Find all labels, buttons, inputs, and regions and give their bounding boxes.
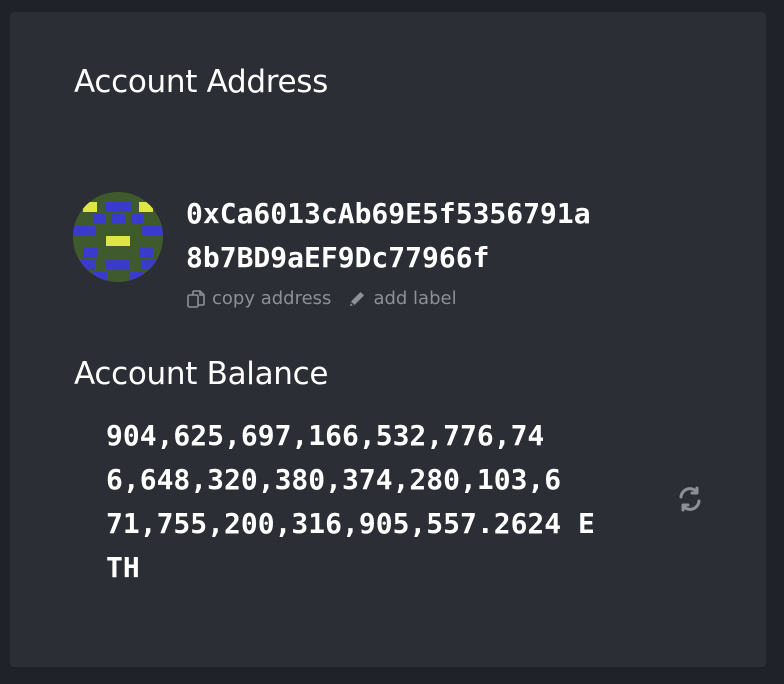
account-balance-line-2: 6,648,320,380,374,280,103,6 [106, 463, 562, 496]
copy-icon [187, 289, 205, 308]
copy-address-label: copy address [212, 288, 332, 309]
refresh-balance-button[interactable] [676, 485, 704, 513]
account-balance-title: Account Balance [74, 356, 329, 392]
account-address-line-2: 8b7BD9aEF9Dc77966f [186, 241, 490, 274]
address-actions: copy address add label [186, 288, 457, 309]
account-balance-line-4: TH [106, 551, 140, 584]
account-address-line-1: 0xCa6013cAb69E5f5356791a [186, 197, 591, 230]
refresh-icon [679, 486, 701, 512]
add-label-label: add label [373, 288, 457, 309]
copy-address-button[interactable]: copy address [186, 288, 331, 309]
account-balance-line-3: 71,755,200,316,905,557.2624 E [106, 507, 595, 540]
pencil-icon [350, 291, 365, 306]
account-identicon [73, 192, 163, 282]
add-label-button[interactable]: add label [347, 288, 457, 309]
account-panel: Account Address 0xCa6013cAb69E5f5356791a… [10, 12, 766, 667]
account-balance-line-1: 904,625,697,166,532,776,74 [106, 419, 545, 452]
account-address-title: Account Address [74, 64, 328, 100]
account-balance: 904,625,697,166,532,776,74 6,648,320,380… [106, 414, 666, 590]
account-address: 0xCa6013cAb69E5f5356791a 8b7BD9aEF9Dc779… [186, 192, 686, 280]
